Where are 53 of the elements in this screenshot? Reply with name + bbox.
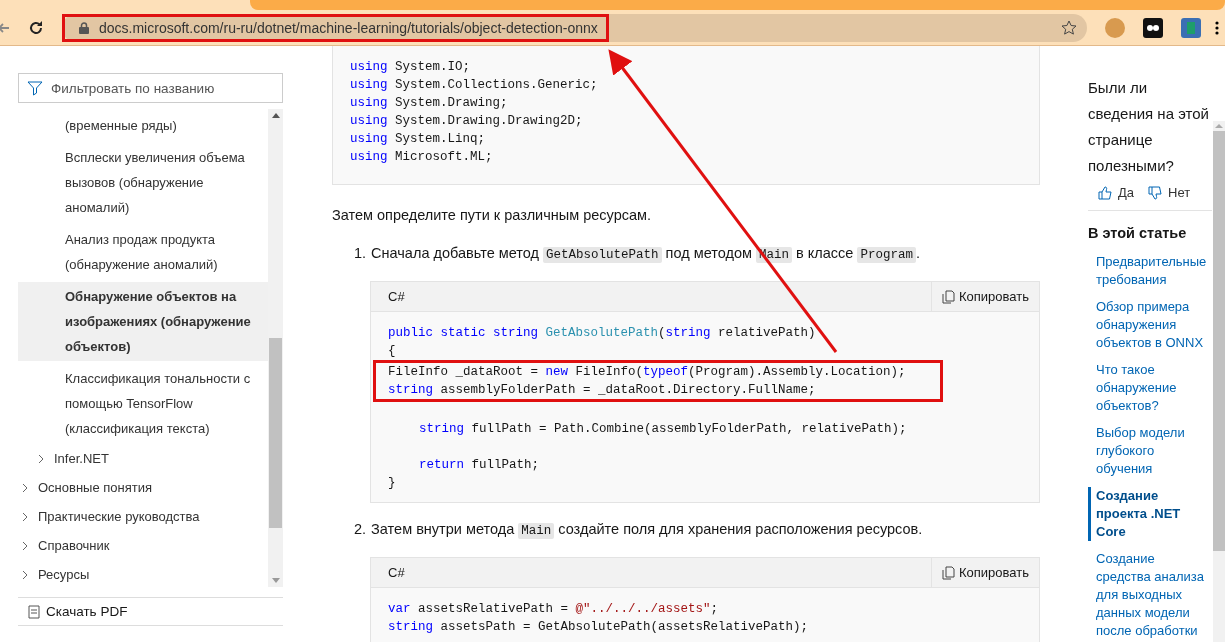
extension-icon[interactable] xyxy=(1143,17,1163,38)
star-icon[interactable] xyxy=(1061,19,1077,36)
copy-icon xyxy=(942,289,955,304)
url-text: docs.microsoft.com/ru-ru/dotnet/machine-learning/tutorials/object-detection-onnx xyxy=(99,19,598,36)
tree-item[interactable]: Анализ продаж продукта (обнаружение аномалий) xyxy=(18,225,268,279)
no-button[interactable]: Нет xyxy=(1148,185,1191,200)
yes-button[interactable]: Да xyxy=(1098,185,1135,200)
document-icon xyxy=(28,604,40,619)
toc-link[interactable]: Предварительные требования xyxy=(1088,253,1212,289)
toc-link[interactable]: Создание средства анализа для выходных данных модели после обработки xyxy=(1088,550,1212,640)
tree-item[interactable]: Infer.NET xyxy=(18,446,268,471)
lock-icon xyxy=(79,21,89,34)
chevron-icon xyxy=(38,453,44,464)
filter-field[interactable]: Фильтровать по названию xyxy=(18,73,283,103)
code-text: using System.IO; using System.Collections.Generic; using System.Drawing; using System.Drawing.Drawing2D; using System.Linq; using Microsoft.ML; xyxy=(350,59,599,166)
tree-item[interactable]: Практические руководства xyxy=(18,504,268,529)
reload-icon[interactable] xyxy=(28,19,44,36)
tree-item[interactable]: Справочник xyxy=(18,533,268,558)
tree-item[interactable]: Обнаружение объектов на изображениях (обнаружение объектов) xyxy=(18,282,268,361)
step-number: 1. xyxy=(354,244,367,263)
toc-link[interactable]: Обзор примера обнаружения объектов в ONNX xyxy=(1088,298,1212,352)
language-label: C# xyxy=(387,564,406,582)
code-text: var assetsRelativePath = @"../../../assets"; string assetsPath = GetAbsolutePath(assetsRelativePath); xyxy=(388,601,810,636)
highlight-frame: FileInfo _dataRoot = new FileInfo(typeof(Program).Assembly.Location); string assemblyFolderPath = _dataRoot.Directory.FullName; xyxy=(373,360,943,402)
copy-icon xyxy=(942,565,955,580)
tree-item[interactable]: Ресурсы xyxy=(18,562,268,587)
tree-item[interactable]: Всплески увеличения объема вызовов (обнаружение аномалий) xyxy=(18,143,268,222)
thumbs-up-icon xyxy=(1098,185,1113,200)
scroll-up-icon[interactable] xyxy=(271,113,280,118)
menu-icon[interactable] xyxy=(1215,20,1219,35)
back-icon[interactable] xyxy=(0,20,10,35)
step-text: Затем внутри метода Main создайте поля для хранения расположения ресурсов. xyxy=(371,520,923,541)
step-number: 2. xyxy=(354,520,367,539)
filter-icon xyxy=(27,80,43,96)
thumbs-down-icon xyxy=(1148,185,1164,200)
toc-link[interactable]: Выбор модели глубокого обучения xyxy=(1088,424,1212,478)
toc-heading: В этой статье xyxy=(1088,225,1188,241)
tree-item[interactable]: (временные ряды) xyxy=(18,111,268,140)
paragraph: Затем определите пути к различным ресурсам. xyxy=(332,206,653,225)
feedback-question: Были ли сведения на этой странице полезными? xyxy=(1088,78,1210,176)
address-bar[interactable]: docs.microsoft.com/ru-ru/dotnet/machine-learning/tutorials/object-detection-onnx xyxy=(62,13,1087,42)
tree-item[interactable]: Основные понятия xyxy=(18,475,268,500)
scroll-down-icon[interactable] xyxy=(271,578,280,583)
toc-link[interactable]: Что такое обнаружение объектов? xyxy=(1088,361,1212,415)
language-label: C# xyxy=(387,288,406,306)
chevron-icon xyxy=(22,569,28,580)
chevron-icon xyxy=(22,482,28,493)
chevron-icon xyxy=(22,540,28,551)
tree-item[interactable]: Классификация тональности с помощью TensorFlow (классификация текста) xyxy=(18,364,268,443)
scrollbar[interactable] xyxy=(268,109,283,587)
download-pdf-link[interactable]: Скачать PDF xyxy=(18,597,283,626)
scrollbar[interactable] xyxy=(1213,121,1225,642)
chevron-icon xyxy=(22,511,28,522)
